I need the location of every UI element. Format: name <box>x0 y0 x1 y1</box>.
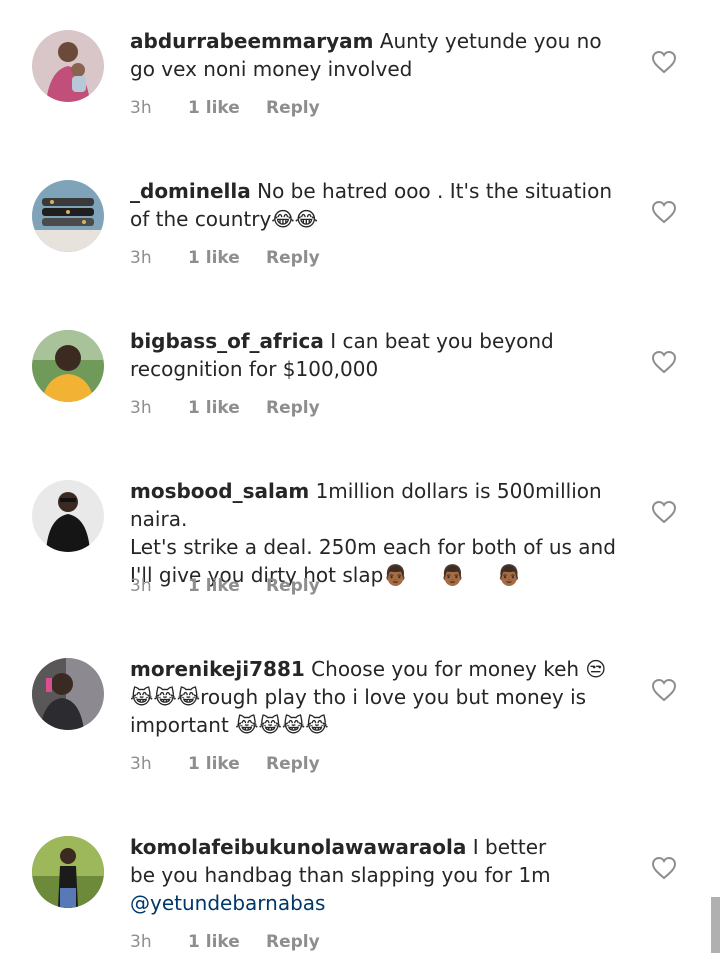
comment-text: komolafeibukunolawawaraola I better be y… <box>130 833 630 917</box>
comment-username[interactable]: mosbood_salam <box>130 479 309 503</box>
comment-time: 3h <box>130 932 152 952</box>
comment-body-line1: Choose you for money keh 😒 <box>311 657 607 681</box>
comment-username[interactable]: abdurrabeemmaryam <box>130 29 373 53</box>
comment-body-line2: Let's strike a deal. 250m each for both … <box>130 535 616 559</box>
reply-button[interactable]: Reply <box>266 754 320 774</box>
comment-text: morenikeji7881 Choose you for money keh … <box>130 655 630 739</box>
comment-time: 3h <box>130 248 152 268</box>
scrollbar-thumb[interactable] <box>711 897 720 953</box>
comments-list: abdurrabeemmaryam Aunty yetunde you no g… <box>0 0 720 974</box>
comment-likes[interactable]: 1 like <box>188 248 240 268</box>
comment-likes[interactable]: 1 like <box>188 398 240 418</box>
reply-button[interactable]: Reply <box>266 398 320 418</box>
reply-button[interactable]: Reply <box>266 932 320 952</box>
comment-text: abdurrabeemmaryam Aunty yetunde you no g… <box>130 27 630 83</box>
comment-time: 3h <box>130 98 152 118</box>
comment-time: 3h <box>130 398 152 418</box>
comment-username[interactable]: morenikeji7881 <box>130 657 305 681</box>
reply-button[interactable]: Reply <box>266 98 320 118</box>
avatar[interactable] <box>32 480 104 552</box>
heart-outline-icon[interactable] <box>651 350 677 374</box>
comment-time: 3h <box>130 754 152 774</box>
comment-likes[interactable]: 1 like <box>188 932 240 952</box>
heart-outline-icon[interactable] <box>651 200 677 224</box>
avatar[interactable] <box>32 330 104 402</box>
comment-likes[interactable]: 1 like <box>188 98 240 118</box>
heart-outline-icon[interactable] <box>651 500 677 524</box>
avatar[interactable] <box>32 180 104 252</box>
reply-button[interactable]: Reply <box>266 248 320 268</box>
comment-likes[interactable]: 1 like <box>188 576 240 596</box>
comment-body-line2: be you handbag than slapping you for 1m <box>130 863 551 887</box>
comment-text: bigbass_of_africa I can beat you beyond … <box>130 327 630 383</box>
comment-username[interactable]: bigbass_of_africa <box>130 329 324 353</box>
reply-button[interactable]: Reply <box>266 576 320 596</box>
comment-body-line1: I better <box>472 835 547 859</box>
comment-body-line2: 😹😹😹rough play tho i love you but money i… <box>130 685 587 709</box>
avatar[interactable] <box>32 30 104 102</box>
comment-mention[interactable]: @yetundebarnabas <box>130 891 325 915</box>
comment-time: 3h <box>130 576 152 596</box>
comment-username[interactable]: komolafeibukunolawawaraola <box>130 835 466 859</box>
comment-likes[interactable]: 1 like <box>188 754 240 774</box>
avatar[interactable] <box>32 658 104 730</box>
comment-username[interactable]: _dominella <box>130 179 251 203</box>
comment-body-line3: important 😹😹😹😹 <box>130 713 329 737</box>
comment-text: mosbood_salam 1million dollars is 500mil… <box>130 477 630 589</box>
heart-outline-icon[interactable] <box>651 678 677 702</box>
comment-text: _dominella No be hatred ooo . It's the s… <box>130 177 630 233</box>
heart-outline-icon[interactable] <box>651 50 677 74</box>
avatar[interactable] <box>32 836 104 908</box>
heart-outline-icon[interactable] <box>651 856 677 880</box>
